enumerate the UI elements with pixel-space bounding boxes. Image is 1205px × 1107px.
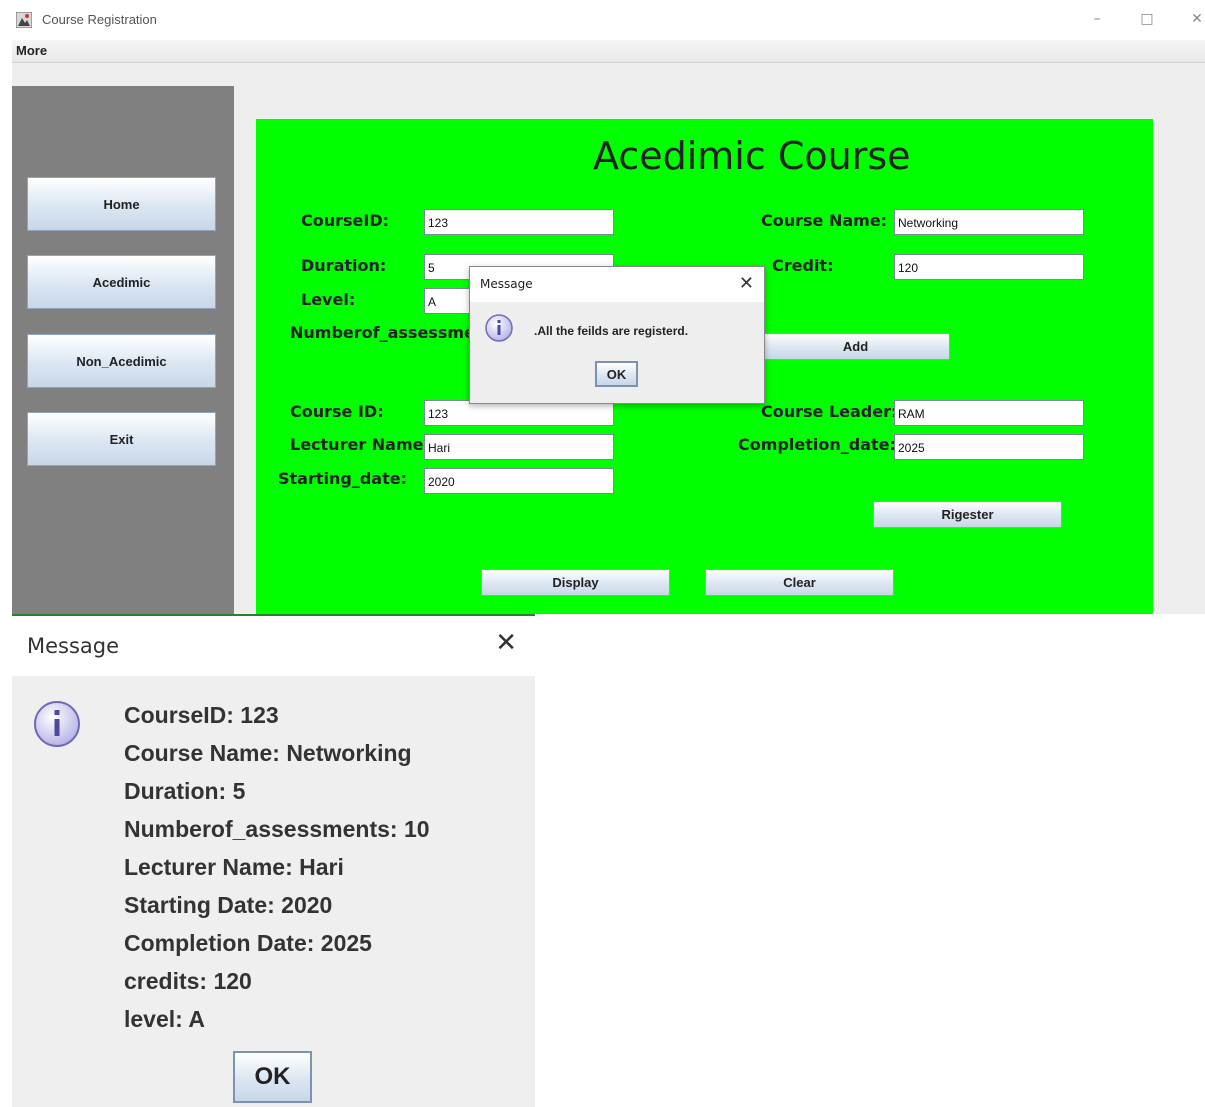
maximize-button[interactable]: □ [1136, 8, 1158, 30]
message-dialog-small: Message ✕ .All the feilds are registerd.… [469, 266, 765, 404]
detail-line: Starting Date: 2020 [124, 892, 333, 918]
clear-button[interactable]: Clear [705, 569, 894, 596]
course-name-label: Course Name: [761, 211, 888, 230]
course-id-input[interactable]: 123 [424, 209, 614, 235]
course-id2-label: Course ID: [290, 402, 384, 421]
add-button[interactable]: Add [761, 333, 950, 360]
completion-date-input[interactable]: 2025 [894, 434, 1084, 460]
lecturer-name-label: Lecturer Name: [290, 435, 430, 454]
dialog-title: Message [480, 277, 533, 291]
detail-line: CourseID: 123 [124, 702, 279, 728]
detail-line: Numberof_assessments: 10 [124, 816, 430, 842]
menu-bar: More [12, 40, 1205, 63]
credit-input[interactable]: 120 [894, 254, 1084, 280]
course-leader-input[interactable]: RAM [894, 400, 1084, 426]
detail-line: Duration: 5 [124, 778, 246, 804]
completion-date-label: Completion_date: [738, 435, 896, 454]
detail-line: Completion Date: 2025 [124, 930, 372, 956]
level-label: Level: [301, 290, 356, 309]
dialog-titlebar: Message ✕ [12, 616, 535, 676]
detail-line: credits: 120 [124, 968, 252, 994]
home-button[interactable]: Home [27, 177, 216, 231]
starting-date-label: Starting_date: [278, 469, 407, 488]
lecturer-name-input[interactable]: Hari [424, 434, 614, 460]
ok-button[interactable]: OK [233, 1051, 312, 1103]
detail-line: level: A [124, 1006, 205, 1032]
starting-date-input[interactable]: 2020 [424, 468, 614, 494]
window-titlebar: Course Registration – □ ✕ [0, 0, 1205, 40]
dialog-close-icon[interactable]: ✕ [739, 273, 754, 294]
message-dialog-details: Message ✕ CourseID: 123 Course Name: Net… [12, 614, 535, 1107]
credit-label: Credit: [772, 256, 834, 275]
dialog-titlebar: Message ✕ [470, 267, 764, 302]
detail-line: Lecturer Name: Hari [124, 854, 344, 880]
page-title: Acedimic Course [593, 134, 911, 178]
dialog-close-icon[interactable]: ✕ [495, 628, 517, 658]
minimize-button[interactable]: – [1086, 8, 1108, 30]
non-acedimic-button[interactable]: Non_Acedimic [27, 334, 216, 388]
course-id-label: CourseID: [301, 211, 390, 230]
acedimic-button[interactable]: Acedimic [27, 255, 216, 309]
detail-line: Course Name: Networking [124, 740, 412, 766]
register-button[interactable]: Rigester [873, 501, 1062, 528]
info-icon [485, 314, 513, 342]
dialog-message: .All the feilds are registerd. [534, 324, 689, 338]
duration-label: Duration: [301, 256, 387, 275]
exit-button[interactable]: Exit [27, 412, 216, 466]
dialog-title: Message [27, 634, 120, 658]
menu-more[interactable]: More [16, 43, 47, 58]
display-button[interactable]: Display [481, 569, 670, 596]
close-window-button[interactable]: ✕ [1186, 8, 1205, 30]
window-title: Course Registration [42, 12, 157, 27]
course-name-input[interactable]: Networking [894, 209, 1084, 235]
course-leader-label: Course Leader: [761, 402, 898, 421]
info-icon [34, 701, 80, 747]
java-app-icon [16, 12, 32, 28]
ok-button[interactable]: OK [595, 361, 638, 387]
